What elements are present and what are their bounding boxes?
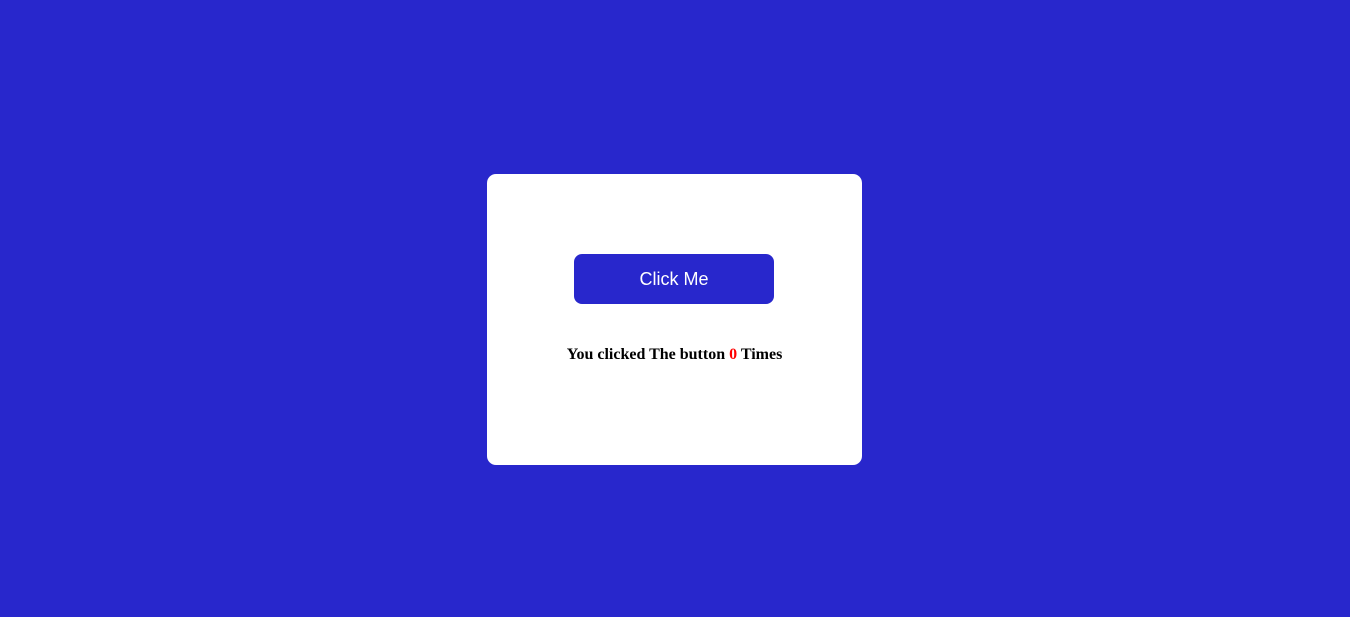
click-count: 0: [729, 346, 738, 363]
message-suffix: Times: [740, 346, 783, 363]
click-count-message: You clicked The button 0 Times: [487, 345, 862, 365]
counter-card: Click Me You clicked The button 0 Times: [487, 174, 862, 465]
message-prefix: You clicked The button: [566, 346, 726, 363]
click-me-button[interactable]: Click Me: [574, 254, 774, 304]
